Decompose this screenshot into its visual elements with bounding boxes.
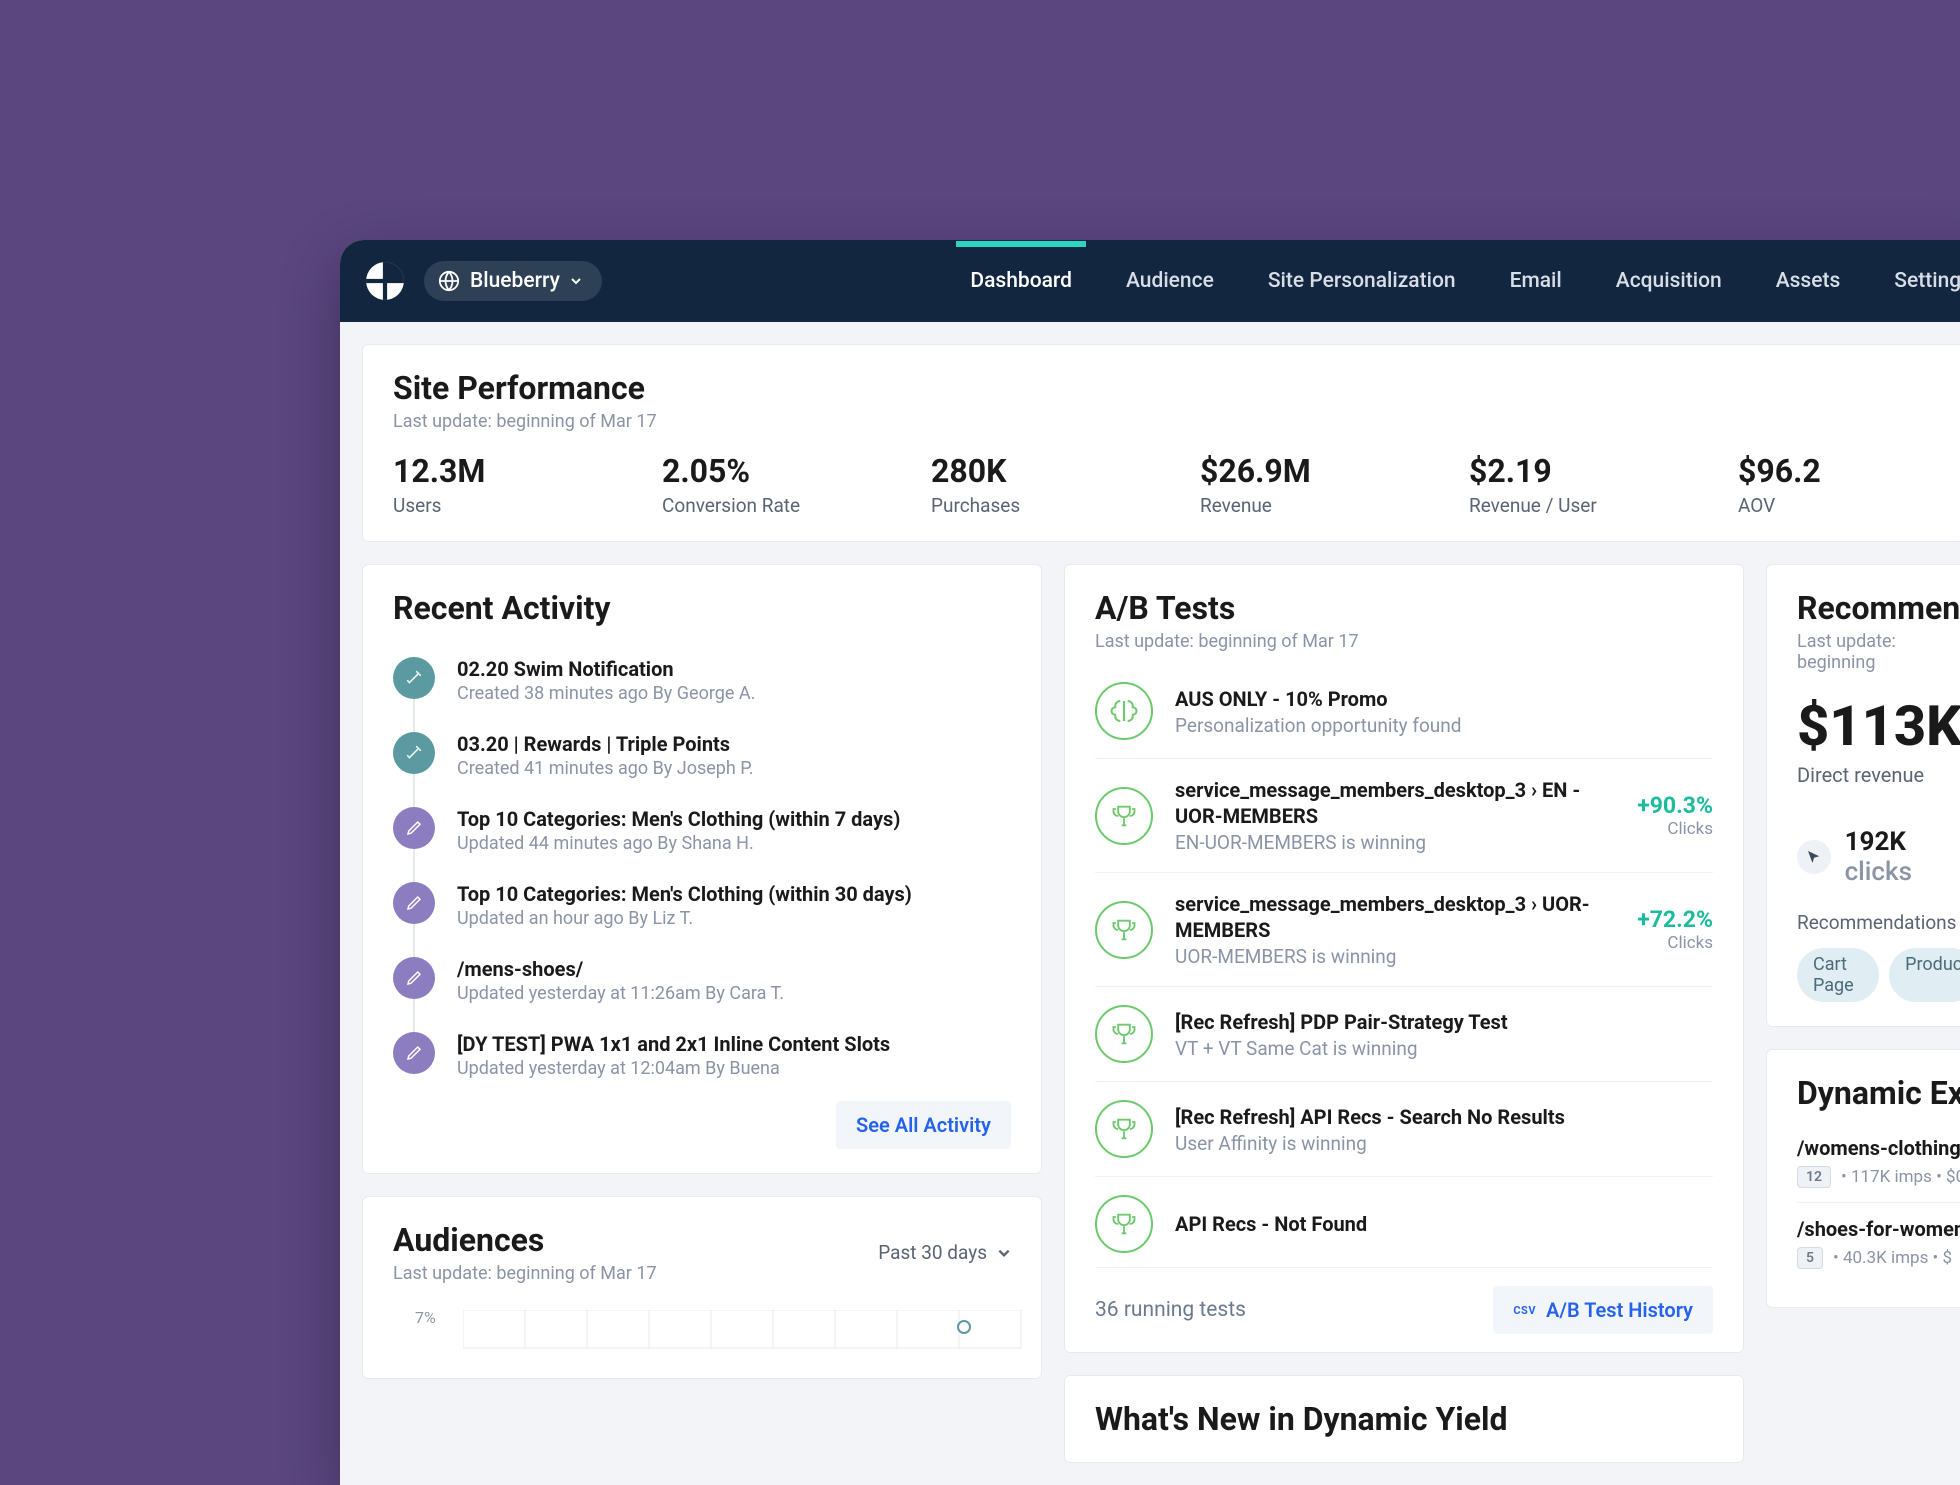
whats-new-card: What's New in Dynamic Yield: [1064, 1375, 1744, 1463]
chip-product[interactable]: Produc: [1889, 948, 1960, 1002]
nav-settings[interactable]: Settings: [1890, 241, 1960, 321]
audiences-card: Audiences Last update: beginning of Mar …: [362, 1196, 1042, 1379]
ab-test-item[interactable]: [Rec Refresh] API Recs - Search No Resul…: [1095, 1082, 1713, 1177]
main-nav: Dashboard Audience Site Personalization …: [966, 241, 1960, 321]
ab-stat: +90.3% Clicks: [1637, 792, 1713, 839]
activity-item[interactable]: 02.20 Swim Notification Created 38 minut…: [393, 643, 1011, 718]
topbar: Blueberry Dashboard Audience Site Person…: [340, 240, 1960, 322]
metric-aov: $96.2 AOV: [1738, 452, 1947, 517]
trophy-icon: [1095, 787, 1153, 845]
pencil-icon: [393, 1032, 435, 1074]
audiences-title: Audiences: [393, 1221, 657, 1259]
pencil-icon: [393, 807, 435, 849]
brain-icon: [1095, 682, 1153, 740]
nav-site-personalization[interactable]: Site Personalization: [1264, 241, 1460, 321]
site-performance-subtitle: Last update: beginning of Mar 17: [393, 411, 1947, 432]
site-name: Blueberry: [470, 269, 560, 293]
app-window: Blueberry Dashboard Audience Site Person…: [340, 240, 1960, 1485]
pencil-icon: [393, 957, 435, 999]
magic-wand-icon: [393, 732, 435, 774]
activity-item[interactable]: /mens-shoes/ Updated yesterday at 11:26a…: [393, 943, 1011, 1018]
cursor-icon: [1797, 840, 1831, 874]
metric-conversion: 2.05% Conversion Rate: [662, 452, 871, 517]
clicks-metric: 192K clicks: [1797, 827, 1960, 887]
direct-revenue-label: Direct revenue: [1797, 763, 1960, 787]
dynamic-experiences-title: Dynamic Ex: [1797, 1074, 1960, 1112]
recent-activity-card: Recent Activity 02.20 Swim Notification …: [362, 564, 1042, 1174]
globe-icon: [438, 270, 460, 292]
nav-dashboard[interactable]: Dashboard: [966, 241, 1076, 321]
activity-item[interactable]: Top 10 Categories: Men's Clothing (withi…: [393, 793, 1011, 868]
nav-acquisition[interactable]: Acquisition: [1612, 241, 1726, 321]
trophy-icon: [1095, 1195, 1153, 1253]
trophy-icon: [1095, 901, 1153, 959]
audiences-chart: 7%: [393, 1304, 1011, 1354]
recommendations-card: Recommend Last update: beginning $113K D…: [1766, 564, 1960, 1027]
pencil-icon: [393, 882, 435, 924]
metric-revenue: $26.9M Revenue: [1200, 452, 1409, 517]
metric-users: 12.3M Users: [393, 452, 602, 517]
count-badge: 5: [1797, 1247, 1823, 1269]
whats-new-title: What's New in Dynamic Yield: [1095, 1400, 1713, 1438]
ab-tests-subtitle: Last update: beginning of Mar 17: [1095, 631, 1713, 652]
caret-down-icon: [997, 1246, 1011, 1260]
metric-revenue-per-user: $2.19 Revenue / User: [1469, 452, 1678, 517]
csv-icon: CSV: [1513, 1304, 1536, 1317]
recent-activity-title: Recent Activity: [393, 589, 1011, 627]
chip-cart-page[interactable]: Cart Page: [1797, 948, 1879, 1002]
trophy-icon: [1095, 1005, 1153, 1063]
nav-assets[interactable]: Assets: [1772, 241, 1845, 321]
site-performance-title: Site Performance: [393, 369, 1947, 407]
dynamic-experiences-card: Dynamic Ex /womens-clothing/ 12 • 117K i…: [1766, 1049, 1960, 1308]
brand-logo: [364, 260, 406, 302]
ab-test-item[interactable]: API Recs - Not Found: [1095, 1177, 1713, 1253]
metric-purchases: 280K Purchases: [931, 452, 1140, 517]
activity-item[interactable]: Top 10 Categories: Men's Clothing (withi…: [393, 868, 1011, 943]
running-tests-count: 36 running tests: [1095, 1298, 1246, 1322]
ab-test-item[interactable]: service_message_members_desktop_3 › UOR-…: [1095, 873, 1713, 987]
chart-data-point: [957, 1320, 971, 1334]
audiences-subtitle: Last update: beginning of Mar 17: [393, 1263, 657, 1284]
see-all-activity-button[interactable]: See All Activity: [836, 1101, 1011, 1149]
ab-test-item[interactable]: service_message_members_desktop_3 › EN -…: [1095, 759, 1713, 873]
ab-test-item[interactable]: [Rec Refresh] PDP Pair-Strategy Test VT …: [1095, 987, 1713, 1082]
metrics-row: 12.3M Users 2.05% Conversion Rate 280K P…: [393, 452, 1947, 517]
dynamic-item[interactable]: /shoes-for-women/ 5 • 40.3K imps • $: [1797, 1203, 1960, 1283]
ab-tests-title: A/B Tests: [1095, 589, 1713, 627]
activity-item[interactable]: [DY TEST] PWA 1x1 and 2x1 Inline Content…: [393, 1018, 1011, 1093]
ab-stat: +72.2% Clicks: [1637, 906, 1713, 953]
nav-email[interactable]: Email: [1506, 241, 1566, 321]
recommendations-title: Recommend: [1797, 589, 1960, 627]
site-performance-card: Site Performance Last update: beginning …: [362, 344, 1960, 542]
nav-audience[interactable]: Audience: [1122, 241, 1218, 321]
ab-test-history-button[interactable]: CSV A/B Test History: [1493, 1286, 1713, 1334]
dynamic-item[interactable]: /womens-clothing/ 12 • 117K imps • $0: [1797, 1122, 1960, 1203]
dashboard-grid: Recent Activity 02.20 Swim Notification …: [362, 564, 1960, 1463]
dashboard-content: Site Performance Last update: beginning …: [340, 322, 1960, 1485]
magic-wand-icon: [393, 657, 435, 699]
trophy-icon: [1095, 1100, 1153, 1158]
direct-revenue-value: $113K: [1797, 693, 1960, 759]
ab-tests-card: A/B Tests Last update: beginning of Mar …: [1064, 564, 1744, 1353]
audiences-range-selector[interactable]: Past 30 days: [878, 1241, 1011, 1264]
caret-down-icon: [570, 275, 582, 287]
count-badge: 12: [1797, 1166, 1831, 1188]
activity-item[interactable]: 03.20 | Rewards | Triple Points Created …: [393, 718, 1011, 793]
site-selector[interactable]: Blueberry: [424, 261, 602, 301]
ab-test-item[interactable]: AUS ONLY - 10% Promo Personalization opp…: [1095, 664, 1713, 759]
